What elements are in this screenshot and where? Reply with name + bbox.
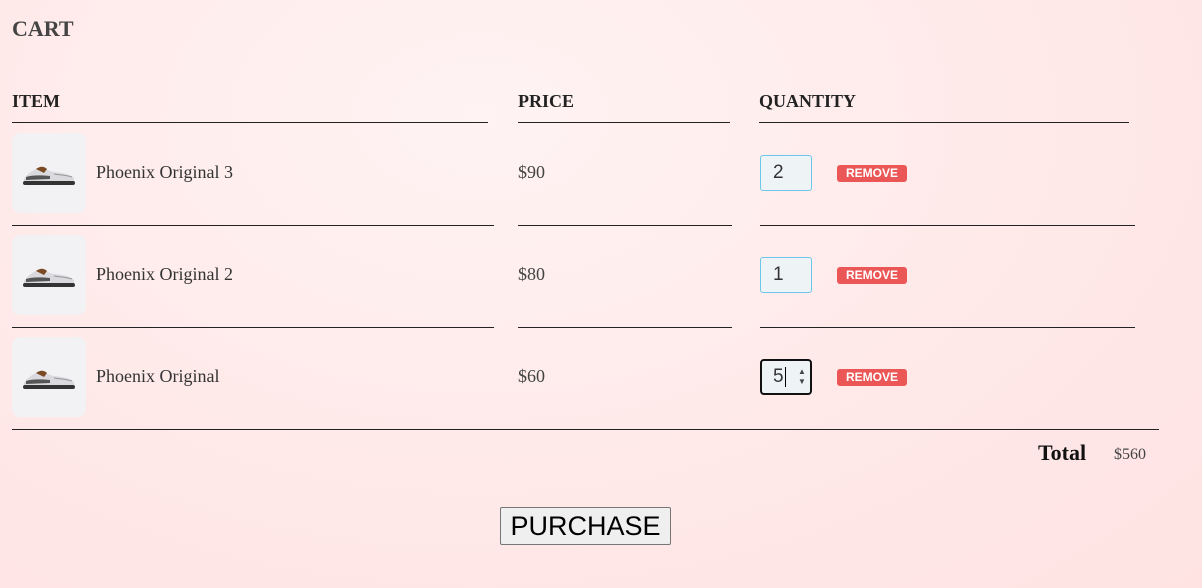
row-divider [12, 429, 1159, 430]
total-value: $560 [1114, 446, 1146, 463]
item-name: Phoenix Original [96, 366, 220, 386]
total-label: Total [1038, 440, 1087, 465]
sneaker-image [12, 337, 86, 417]
item-price: $80 [518, 264, 545, 284]
cart-row: Phoenix Original $60 5 ▲ ▼ REMOVE [0, 328, 1202, 430]
cart-title: CART [12, 16, 74, 41]
quantity-input[interactable]: 2 [760, 155, 812, 191]
remove-button[interactable]: REMOVE [837, 267, 907, 284]
sneaker-image [12, 133, 86, 213]
quantity-input[interactable]: 1 [760, 257, 812, 293]
column-header-quantity: QUANTITY [759, 89, 1129, 123]
column-header-price: PRICE [518, 89, 730, 123]
cart-row: Phoenix Original 2 $80 1 REMOVE [0, 226, 1202, 328]
text-caret [784, 366, 786, 387]
quantity-spinner[interactable]: ▲ ▼ [798, 367, 806, 387]
sneaker-image [12, 235, 86, 315]
spinner-down-icon[interactable]: ▼ [798, 377, 806, 386]
quantity-value: 5 [773, 366, 784, 387]
item-price: $90 [518, 162, 545, 182]
item-name: Phoenix Original 3 [96, 162, 233, 182]
remove-button[interactable]: REMOVE [837, 165, 907, 182]
column-header-item: ITEM [12, 89, 488, 123]
purchase-button[interactable]: PURCHASE [500, 507, 671, 545]
spinner-up-icon[interactable]: ▲ [798, 367, 806, 376]
cart-row: Phoenix Original 3 $90 2 REMOVE [0, 124, 1202, 226]
item-price: $60 [518, 366, 545, 386]
item-name: Phoenix Original 2 [96, 264, 233, 284]
quantity-input[interactable]: 5 ▲ ▼ [760, 359, 812, 395]
remove-button[interactable]: REMOVE [837, 369, 907, 386]
